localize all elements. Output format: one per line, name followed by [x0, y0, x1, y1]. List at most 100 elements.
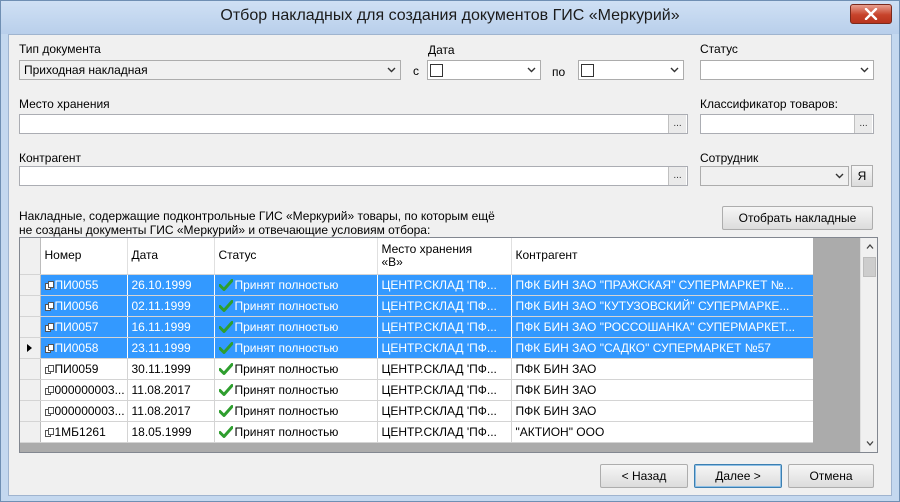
- cell-status[interactable]: Принят полностью: [214, 400, 378, 422]
- column-header-status[interactable]: Статус: [214, 238, 378, 275]
- cell-status[interactable]: Принят полностью: [214, 295, 378, 317]
- classifier-browse-button[interactable]: ...: [854, 115, 872, 133]
- scroll-up-button[interactable]: [861, 238, 877, 255]
- cell-date[interactable]: 26.10.1999: [127, 274, 215, 296]
- document-icon: [44, 427, 54, 437]
- cell-number[interactable]: 1МБ1261: [40, 421, 128, 443]
- cell-storage[interactable]: ЦЕНТР.СКЛАД 'ПФ...: [377, 337, 512, 359]
- cell-counterparty[interactable]: ПФК БИН ЗАО "ПРАЖСКАЯ" СУПЕРМАРКЕТ №...: [511, 274, 815, 296]
- storage-browse-button[interactable]: ...: [668, 115, 686, 133]
- back-button[interactable]: < Назад: [600, 464, 688, 488]
- row-header-corner[interactable]: [20, 238, 41, 275]
- table-row[interactable]: 1МБ1261 18.05.1999 Принят полностью ЦЕНТР.С…: [20, 421, 815, 443]
- document-icon: [44, 280, 54, 290]
- cell-counterparty[interactable]: ПФК БИН ЗАО: [511, 379, 815, 401]
- counterparty-input[interactable]: ...: [19, 166, 688, 186]
- cell-status[interactable]: Принят полностью: [214, 379, 378, 401]
- cell-number[interactable]: ПИ0055: [40, 274, 128, 296]
- row-header[interactable]: [20, 400, 41, 422]
- cell-number[interactable]: 000000003...: [40, 400, 128, 422]
- row-header[interactable]: [20, 421, 41, 443]
- storage-input[interactable]: ...: [19, 114, 688, 134]
- cell-storage[interactable]: ЦЕНТР.СКЛАД 'ПФ...: [377, 421, 512, 443]
- row-header[interactable]: [20, 316, 41, 338]
- cell-date[interactable]: 18.05.1999: [127, 421, 215, 443]
- table-row[interactable]: ПИ0056 02.11.1999 Принят полностью ЦЕНТР.СК…: [20, 295, 815, 317]
- status-label: Статус: [700, 42, 738, 56]
- cell-date[interactable]: 11.08.2017: [127, 379, 215, 401]
- select-invoices-button[interactable]: Отобрать накладные: [722, 206, 873, 230]
- table-row[interactable]: 000000003... 11.08.2017 Принят полностью ЦЕ…: [20, 379, 815, 401]
- employee-select[interactable]: [700, 166, 849, 186]
- doc-type-value: Приходная накладная: [24, 63, 148, 77]
- table-row[interactable]: ПИ0058 23.11.1999 Принят полностью ЦЕНТР.СК…: [20, 337, 815, 359]
- cell-number[interactable]: ПИ0057: [40, 316, 128, 338]
- row-header[interactable]: [20, 337, 41, 359]
- cell-number[interactable]: 000000003...: [40, 379, 128, 401]
- date-from-label: с: [413, 64, 419, 78]
- grid-vertical-scrollbar[interactable]: [860, 238, 877, 452]
- table-row[interactable]: ПИ0057 16.11.1999 Принят полностью ЦЕНТР.СК…: [20, 316, 815, 338]
- date-from-checkbox[interactable]: [430, 63, 443, 77]
- cell-status[interactable]: Принят полностью: [214, 421, 378, 443]
- column-header-storage[interactable]: Место хранения «В»: [377, 238, 512, 275]
- cell-counterparty[interactable]: ПФК БИН ЗАО "КУТУЗОВСКИЙ" СУПЕРМАРКЕ...: [511, 295, 815, 317]
- check-icon: [218, 341, 233, 354]
- date-from-picker[interactable]: [427, 60, 541, 80]
- cell-counterparty[interactable]: ПФК БИН ЗАО: [511, 400, 815, 422]
- table-row[interactable]: 000000003... 11.08.2017 Принят полностью ЦЕ…: [20, 400, 815, 422]
- table-row[interactable]: ПИ0059 30.11.1999 Принят полностью ЦЕНТР.СК…: [20, 358, 815, 380]
- cell-counterparty[interactable]: ПФК БИН ЗАО: [511, 358, 815, 380]
- column-header-number[interactable]: Номер: [40, 238, 128, 275]
- close-button[interactable]: [850, 4, 892, 24]
- cell-date[interactable]: 16.11.1999: [127, 316, 215, 338]
- cell-storage[interactable]: ЦЕНТР.СКЛАД 'ПФ...: [377, 295, 512, 317]
- cell-status[interactable]: Принят полностью: [214, 316, 378, 338]
- doc-type-label: Тип документа: [19, 42, 101, 56]
- cell-counterparty[interactable]: ПФК БИН ЗАО "САДКО" СУПЕРМАРКЕТ №57: [511, 337, 815, 359]
- cell-status[interactable]: Принят полностью: [214, 358, 378, 380]
- cell-date[interactable]: 02.11.1999: [127, 295, 215, 317]
- employee-me-button[interactable]: Я: [851, 165, 873, 187]
- date-to-checkbox[interactable]: [581, 63, 594, 77]
- counterparty-label: Контрагент: [19, 151, 82, 165]
- document-icon: [44, 364, 54, 374]
- cell-date[interactable]: 23.11.1999: [127, 337, 215, 359]
- cell-storage[interactable]: ЦЕНТР.СКЛАД 'ПФ...: [377, 379, 512, 401]
- row-header[interactable]: [20, 295, 41, 317]
- column-header-date[interactable]: Дата: [127, 238, 215, 275]
- cell-counterparty[interactable]: "АКТИОН" ООО: [511, 421, 815, 443]
- cell-storage[interactable]: ЦЕНТР.СКЛАД 'ПФ...: [377, 400, 512, 422]
- counterparty-browse-button[interactable]: ...: [668, 167, 686, 185]
- next-button[interactable]: Далее >: [694, 464, 782, 488]
- chevron-up-icon: [866, 244, 873, 249]
- scroll-down-button[interactable]: [861, 435, 877, 452]
- grid-empty-area: [813, 238, 861, 452]
- row-header[interactable]: [20, 274, 41, 296]
- cell-number[interactable]: ПИ0059: [40, 358, 128, 380]
- chevron-down-icon: [835, 173, 843, 179]
- doc-type-select[interactable]: Приходная накладная: [19, 60, 401, 80]
- cell-number[interactable]: ПИ0056: [40, 295, 128, 317]
- classifier-input[interactable]: ...: [700, 114, 874, 134]
- cell-status[interactable]: Принят полностью: [214, 274, 378, 296]
- column-header-storage-line1: Место хранения: [381, 241, 473, 256]
- cell-storage[interactable]: ЦЕНТР.СКЛАД 'ПФ...: [377, 316, 512, 338]
- cell-storage[interactable]: ЦЕНТР.СКЛАД 'ПФ...: [377, 358, 512, 380]
- column-header-counterparty[interactable]: Контрагент: [511, 238, 815, 275]
- scroll-thumb[interactable]: [863, 257, 876, 277]
- date-to-picker[interactable]: [578, 60, 684, 80]
- status-select[interactable]: [700, 60, 874, 80]
- cell-counterparty[interactable]: ПФК БИН ЗАО "РОССОШАНКА" СУПЕРМАРКЕТ...: [511, 316, 815, 338]
- row-header[interactable]: [20, 379, 41, 401]
- table-row[interactable]: ПИ0055 26.10.1999 Принят полностью ЦЕНТР.СК…: [20, 274, 815, 296]
- cell-number[interactable]: ПИ0058: [40, 337, 128, 359]
- cell-date[interactable]: 11.08.2017: [127, 400, 215, 422]
- cell-status[interactable]: Принят полностью: [214, 337, 378, 359]
- cell-storage[interactable]: ЦЕНТР.СКЛАД 'ПФ...: [377, 274, 512, 296]
- row-header[interactable]: [20, 358, 41, 380]
- cell-date[interactable]: 30.11.1999: [127, 358, 215, 380]
- chevron-down-icon: [670, 67, 678, 73]
- check-icon: [218, 404, 233, 417]
- cancel-button[interactable]: Отмена: [788, 464, 874, 488]
